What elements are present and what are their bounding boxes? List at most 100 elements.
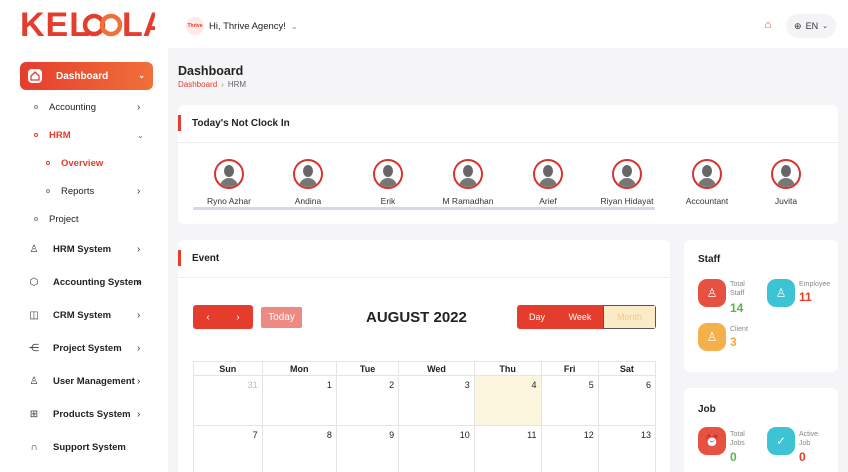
stat-value: 14	[730, 301, 744, 315]
view-month-button[interactable]: Month	[603, 305, 656, 329]
bullet-icon	[34, 133, 38, 137]
sidebar-item-project[interactable]: Project	[0, 209, 168, 229]
stat-value: 11	[799, 290, 812, 304]
chevron-right-icon: ›	[137, 101, 141, 113]
sidebar-item-label: CRM System	[53, 309, 112, 321]
chevron-right-icon: ›	[137, 408, 141, 420]
share-icon: ⋲	[29, 342, 39, 354]
calendar-day[interactable]: 7	[193, 425, 263, 472]
sidebar-item-label: Dashboard	[56, 70, 109, 82]
sidebar-item-label: Reports	[61, 185, 95, 197]
person-name: M Ramadhan	[442, 196, 494, 206]
sidebar-item-label: HRM System	[53, 243, 112, 255]
person-item[interactable]: Arief	[503, 159, 593, 206]
sidebar-item-hrm[interactable]: HRM ⌄	[0, 125, 168, 145]
person-name: Ryno Azhar	[207, 196, 251, 206]
agency-switcher[interactable]: Thrive Hi, Thrive Agency! ⌄	[180, 14, 304, 38]
sidebar-item-overview[interactable]: Overview	[0, 153, 168, 173]
avatar	[214, 159, 244, 189]
weekday: Mon	[261, 361, 337, 376]
person-item[interactable]: Ryno Azhar	[184, 159, 274, 206]
chevron-down-icon: ⌄	[290, 21, 298, 31]
calendar-day[interactable]: 12	[540, 425, 599, 472]
calendar-day[interactable]: 5	[540, 375, 599, 426]
calendar-grid: Sun Mon Tue Wed Thu Fri Sat 31 1 2 3 4 5…	[193, 361, 657, 472]
bullet-icon	[46, 189, 50, 193]
calendar-day[interactable]: 2	[335, 375, 400, 426]
calendar-day[interactable]: 1	[261, 375, 337, 426]
avatar	[692, 159, 722, 189]
stat-label: Total Jobs	[730, 431, 745, 447]
sidebar-item-label: Overview	[61, 157, 104, 169]
agency-logo: Thrive	[186, 17, 204, 35]
sidebar-item-accounting[interactable]: Accounting ›	[0, 97, 168, 117]
person-name: Erik	[380, 196, 396, 206]
client-icon: ♙	[698, 323, 726, 351]
person-name: Juvita	[774, 196, 798, 206]
person-item[interactable]: Accountant	[662, 159, 752, 206]
view-week-button[interactable]: Week	[557, 305, 603, 329]
sidebar-item-accounting-system[interactable]: ⬡ Accounting System ›	[0, 272, 168, 292]
sidebar-item-label: Accounting System	[53, 276, 142, 288]
stat-value: 0	[799, 450, 806, 464]
chevron-down-icon: ⌄	[137, 130, 144, 140]
calendar-day[interactable]: 9	[335, 425, 400, 472]
card-title: Today's Not Clock In	[192, 118, 290, 129]
greeting-text: Hi, Thrive Agency!	[209, 20, 286, 32]
calendar-day[interactable]: 8	[261, 425, 337, 472]
chevron-right-icon: ›	[137, 276, 141, 288]
users-icon: ♙	[29, 375, 39, 387]
calendar-day[interactable]: 6	[597, 375, 657, 426]
weekday: Sat	[597, 361, 657, 376]
today-button[interactable]: Today	[261, 307, 302, 328]
stat-label: Client	[730, 326, 748, 333]
weekday-header: Sun Mon Tue Wed Thu Fri Sat	[193, 361, 657, 376]
cart-icon: ⊞	[29, 408, 39, 420]
card-title: Event	[192, 253, 220, 264]
keloola-logo[interactable]: KEL LA	[20, 6, 155, 42]
sidebar-item-project-system[interactable]: ⋲ Project System ›	[0, 338, 168, 358]
sidebar-item-reports[interactable]: Reports ›	[0, 181, 168, 201]
calendar-day[interactable]: 13	[597, 425, 657, 472]
svg-text:LA: LA	[122, 6, 155, 42]
svg-text:KEL: KEL	[20, 6, 91, 42]
chevron-down-icon: ⌄	[822, 23, 828, 30]
layers-icon: ◫	[29, 309, 39, 321]
calendar-day[interactable]: 31	[193, 375, 263, 426]
person-item[interactable]: M Ramadhan	[423, 159, 513, 206]
horizontal-scrollbar[interactable]	[193, 207, 655, 210]
chevron-down-icon: ⌄	[138, 71, 145, 80]
breadcrumb-separator: ›	[221, 80, 224, 89]
person-item[interactable]: Juvita	[741, 159, 831, 206]
sidebar-item-label: Accounting	[49, 101, 97, 113]
prev-month-button[interactable]: ‹	[206, 312, 209, 323]
gift-icon[interactable]: ⌂	[762, 19, 774, 31]
person-name: Accountant	[685, 196, 729, 206]
sidebar-item-hrm-system[interactable]: ♙ HRM System ›	[0, 239, 168, 259]
weekday: Sun	[193, 361, 263, 376]
calendar-day-today[interactable]: 4	[473, 375, 542, 426]
weekday: Fri	[540, 361, 599, 376]
breadcrumb-current: HRM	[227, 80, 247, 89]
avatar	[453, 159, 483, 189]
breadcrumb-link[interactable]: Dashboard	[178, 80, 217, 89]
person-item[interactable]: Riyan Hidayat	[582, 159, 672, 206]
stat-value: 0	[730, 450, 737, 464]
calendar-day[interactable]: 3	[398, 375, 475, 426]
calendar-day[interactable]: 10	[398, 425, 475, 472]
globe-icon: ⊕	[794, 20, 802, 31]
sidebar-item-products-system[interactable]: ⊞ Products System ›	[0, 404, 168, 424]
person-item[interactable]: Andina	[263, 159, 353, 206]
page-title: Dashboard	[178, 64, 244, 78]
sidebar-item-support-system[interactable]: ∩ Support System	[0, 437, 168, 457]
person-item[interactable]: Erik	[343, 159, 433, 206]
calendar-nav: ‹ ›	[193, 305, 253, 329]
view-day-button[interactable]: Day	[517, 305, 557, 329]
sidebar-item-crm-system[interactable]: ◫ CRM System ›	[0, 305, 168, 325]
calendar-day[interactable]: 11	[473, 425, 542, 472]
accent-bar	[178, 250, 181, 266]
next-month-button[interactable]: ›	[236, 312, 239, 323]
sidebar-item-user-management[interactable]: ♙ User Management ›	[0, 371, 168, 391]
language-selector[interactable]: ⊕ EN ⌄	[786, 14, 836, 38]
sidebar-item-dashboard[interactable]: Dashboard ⌄	[20, 62, 153, 90]
